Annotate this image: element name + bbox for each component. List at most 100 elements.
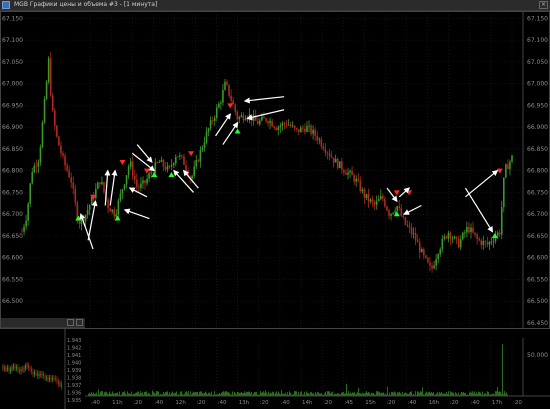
time-tick-label: 15h bbox=[365, 400, 376, 406]
time-tick-label: :20 bbox=[386, 400, 395, 406]
window-title: MGB Графики цены и объема #3 - [1 минута… bbox=[14, 1, 158, 8]
volume-bar bbox=[93, 392, 94, 396]
volume-bar bbox=[418, 391, 419, 396]
volume-bar bbox=[479, 392, 480, 396]
mini-price-tick: 1.939 bbox=[67, 368, 81, 374]
volume-bar bbox=[343, 391, 344, 396]
time-tick-label: 13h bbox=[239, 400, 250, 406]
mini-price-tick: 1.936 bbox=[67, 391, 81, 397]
volume-bar bbox=[391, 391, 392, 396]
volume-bar bbox=[197, 391, 198, 396]
volume-bar bbox=[369, 392, 370, 396]
volume-bar bbox=[262, 392, 263, 396]
volume-bar bbox=[405, 392, 406, 396]
volume-bar bbox=[289, 391, 290, 396]
volume-bar bbox=[315, 392, 316, 396]
time-tick-label: :20 bbox=[260, 400, 269, 406]
volume-bar bbox=[112, 391, 113, 396]
time-tick-label: :40 bbox=[91, 400, 100, 406]
volume-bar bbox=[104, 392, 105, 396]
time-tick-label: :20 bbox=[450, 400, 459, 406]
volume-bar bbox=[300, 392, 301, 396]
volume-bar bbox=[276, 391, 277, 396]
volume-bar bbox=[480, 392, 481, 396]
volume-bar bbox=[470, 391, 471, 396]
volume-bar bbox=[244, 391, 245, 396]
volume-bar bbox=[146, 391, 147, 396]
volume-bar bbox=[421, 391, 422, 396]
volume-bar bbox=[311, 392, 312, 396]
volume-bar bbox=[415, 391, 416, 396]
volume-bar bbox=[331, 392, 332, 396]
volume-bar bbox=[441, 391, 442, 396]
mini-price-tick: 1.940 bbox=[67, 361, 81, 367]
volume-bar bbox=[341, 392, 342, 396]
volume-bar bbox=[389, 392, 390, 396]
volume-bar bbox=[100, 392, 101, 396]
close-button[interactable]: × bbox=[539, 1, 548, 9]
volume-bar bbox=[294, 391, 295, 396]
volume-bar bbox=[238, 392, 239, 396]
volume-bar bbox=[156, 391, 157, 396]
volume-bar bbox=[296, 391, 297, 396]
volume-bar bbox=[317, 391, 318, 396]
volume-bar bbox=[137, 391, 138, 396]
volume-bar bbox=[256, 391, 257, 396]
volume-bar bbox=[458, 392, 459, 396]
volume-bar bbox=[411, 391, 412, 396]
volume-bar bbox=[106, 392, 107, 396]
volume-bar bbox=[298, 391, 299, 396]
volume-bar bbox=[131, 391, 132, 396]
volume-bar bbox=[140, 391, 141, 396]
volume-bar bbox=[439, 391, 440, 396]
volume-bar bbox=[221, 392, 222, 396]
volume-bar bbox=[417, 391, 418, 396]
volume-bar bbox=[383, 392, 384, 396]
volume-bar bbox=[306, 391, 307, 396]
volume-bar bbox=[488, 391, 489, 396]
volume-bar bbox=[472, 391, 473, 396]
volume-bar bbox=[409, 392, 410, 396]
volume-bar bbox=[462, 392, 463, 396]
mini-price-tick: 1.943 bbox=[67, 338, 81, 344]
volume-bar bbox=[476, 392, 477, 396]
volume-bar bbox=[433, 392, 434, 396]
time-tick-label: :40 bbox=[218, 400, 227, 406]
volume-bar bbox=[201, 391, 202, 396]
price-chart-frame bbox=[0, 11, 550, 329]
volume-bar bbox=[498, 391, 499, 396]
volume-bar bbox=[350, 392, 351, 396]
volume-bar bbox=[281, 389, 282, 396]
volume-chart[interactable]: 50.000 :40 11h:20:40 12h:20:40 13h:20:40 14h… bbox=[85, 338, 550, 409]
volume-bar bbox=[234, 391, 235, 396]
mini-price-tick: 1.937 bbox=[67, 383, 81, 389]
volume-bar bbox=[348, 391, 349, 396]
volume-bar bbox=[285, 392, 286, 396]
volume-bar bbox=[420, 391, 421, 396]
volume-bar bbox=[265, 390, 266, 396]
volume-bar bbox=[172, 391, 173, 396]
volume-bar bbox=[377, 391, 378, 396]
volume-bar bbox=[222, 392, 223, 396]
volume-bar bbox=[392, 392, 393, 396]
time-tick-label: :20 bbox=[323, 400, 332, 406]
volume-bar bbox=[327, 391, 328, 396]
volume-bar bbox=[247, 391, 248, 396]
volume-bar bbox=[254, 392, 255, 396]
mini-chart[interactable]: 1.943 1.9421.941 1.9401.939 1.9381.937 1.936… bbox=[0, 328, 85, 409]
mini-price-tick: 1.935 bbox=[67, 398, 81, 404]
volume-bar bbox=[278, 391, 279, 396]
volume-bar bbox=[474, 391, 475, 396]
volume-bar bbox=[102, 391, 103, 396]
volume-bar bbox=[196, 392, 197, 396]
mini-price-axis: 1.943 1.9421.941 1.9401.939 1.9381.937 1.936… bbox=[67, 338, 81, 404]
volume-bar bbox=[358, 387, 359, 396]
mini-price-tick: 1.938 bbox=[67, 376, 81, 382]
volume-bar bbox=[241, 392, 242, 396]
volume-bar bbox=[127, 391, 128, 396]
volume-bar bbox=[163, 391, 164, 396]
volume-bar bbox=[255, 392, 256, 396]
time-tick-label: 12h bbox=[175, 400, 186, 406]
volume-bar bbox=[394, 391, 395, 396]
volume-bar bbox=[437, 391, 438, 396]
